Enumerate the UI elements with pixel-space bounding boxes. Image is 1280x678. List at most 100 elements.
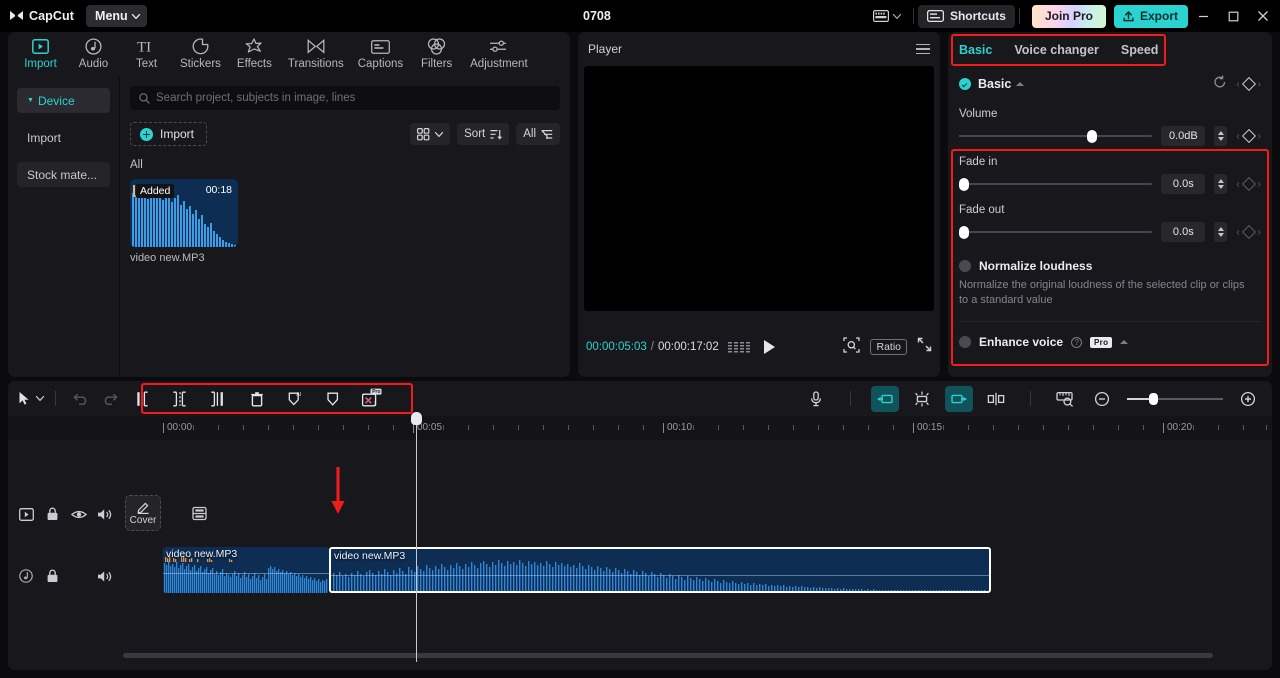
cover-button[interactable]: Cover bbox=[125, 495, 161, 531]
tab-transitions[interactable]: Transitions bbox=[281, 33, 351, 75]
prev-keyframe-button[interactable]: ‹ bbox=[1236, 79, 1239, 90]
tab-audio[interactable]: Audio bbox=[67, 33, 120, 75]
media-thumbnail[interactable]: Added 00:18 bbox=[130, 179, 238, 247]
split-right-icon[interactable] bbox=[205, 386, 233, 412]
collapse-chevron-icon[interactable] bbox=[1016, 82, 1025, 86]
next-keyframe-button[interactable]: › bbox=[1258, 79, 1261, 90]
eye-icon[interactable] bbox=[69, 504, 89, 524]
ruler-zoom-icon[interactable] bbox=[1051, 386, 1079, 412]
frame-icon[interactable] bbox=[16, 504, 36, 524]
source-item-device[interactable]: ▼ Device bbox=[17, 88, 110, 113]
fade-in-value[interactable]: 0.0s bbox=[1161, 174, 1206, 194]
menu-button[interactable]: Menu bbox=[86, 5, 147, 27]
slider-knob[interactable] bbox=[1086, 130, 1097, 143]
export-button[interactable]: Export bbox=[1113, 4, 1188, 28]
mask-ai-icon[interactable]: AI bbox=[281, 386, 309, 412]
normalize-row[interactable]: Normalize loudness bbox=[959, 259, 1261, 273]
snap-end-icon[interactable] bbox=[945, 385, 973, 412]
keyboard-layout-button[interactable] bbox=[865, 10, 909, 22]
fullscreen-button[interactable] bbox=[917, 337, 932, 357]
delete-icon[interactable] bbox=[243, 386, 271, 412]
enhance-voice-checkbox[interactable] bbox=[959, 336, 971, 348]
tab-voice-changer[interactable]: Voice changer bbox=[1014, 43, 1099, 57]
slider-knob[interactable] bbox=[959, 226, 969, 239]
lock-icon[interactable] bbox=[42, 566, 62, 586]
lock-icon[interactable] bbox=[42, 504, 62, 524]
next-keyframe-button[interactable]: › bbox=[1258, 227, 1261, 238]
next-keyframe-button[interactable]: › bbox=[1258, 131, 1261, 142]
tab-speed[interactable]: Speed bbox=[1121, 43, 1159, 57]
keyframe-diamond-icon[interactable] bbox=[1241, 224, 1256, 240]
question-icon[interactable]: ? bbox=[1071, 336, 1083, 348]
snap-start-icon[interactable] bbox=[871, 385, 899, 412]
timeline-horizontal-scrollbar[interactable] bbox=[123, 653, 1213, 658]
keyframe-diamond-icon[interactable] bbox=[1241, 128, 1256, 144]
enhance-voice-row[interactable]: Enhance voice ? Pro bbox=[948, 335, 1272, 349]
zoom-in-icon[interactable] bbox=[1234, 386, 1262, 412]
zoom-out-icon[interactable] bbox=[1088, 386, 1116, 412]
audio-separate-pro-icon[interactable]: Pro bbox=[357, 386, 385, 412]
select-tool-button[interactable] bbox=[18, 391, 44, 406]
prev-keyframe-button[interactable]: ‹ bbox=[1236, 227, 1239, 238]
next-keyframe-button[interactable]: › bbox=[1258, 179, 1261, 190]
tab-text[interactable]: TI Text bbox=[120, 33, 173, 75]
tab-adjustment[interactable]: Adjustment bbox=[463, 33, 535, 75]
microphone-icon[interactable] bbox=[802, 386, 830, 412]
player-stage[interactable] bbox=[584, 66, 934, 311]
normalize-checkbox[interactable] bbox=[959, 260, 971, 272]
timeline-clip[interactable]: video new.MP3 bbox=[329, 547, 991, 593]
redo-button[interactable] bbox=[95, 386, 123, 412]
speaker-icon[interactable] bbox=[95, 504, 115, 524]
volume-slider[interactable] bbox=[959, 129, 1153, 143]
shortcuts-button[interactable]: Shortcuts bbox=[917, 4, 1015, 28]
source-item-import[interactable]: Import bbox=[17, 125, 110, 150]
keyframe-diamond-icon[interactable] bbox=[1241, 176, 1256, 192]
fade-in-slider[interactable] bbox=[959, 177, 1153, 191]
player-menu-button[interactable] bbox=[916, 43, 930, 55]
close-button[interactable] bbox=[1248, 0, 1278, 32]
join-pro-button[interactable]: Join Pro bbox=[1031, 4, 1106, 28]
slider-knob[interactable] bbox=[959, 178, 969, 191]
ratio-button[interactable]: Ratio bbox=[870, 339, 907, 355]
sort-button[interactable]: Sort bbox=[457, 123, 510, 145]
import-media-button[interactable]: Import bbox=[130, 122, 208, 146]
timeline-ruler[interactable]: 00:00 00:05 00:10 00:15 00:20 bbox=[8, 416, 1272, 440]
reset-button[interactable] bbox=[1213, 75, 1227, 94]
tab-filters[interactable]: Filters bbox=[410, 33, 463, 75]
timeline-clip[interactable]: video new.MP3 bbox=[163, 547, 329, 593]
source-item-stock[interactable]: Stock mate... bbox=[17, 162, 110, 187]
timeline-zoom-slider[interactable] bbox=[1127, 392, 1223, 406]
fade-in-stepper[interactable] bbox=[1214, 174, 1228, 194]
undo-button[interactable] bbox=[67, 386, 95, 412]
main-track-icon[interactable] bbox=[189, 503, 209, 523]
tab-basic[interactable]: Basic bbox=[959, 43, 992, 57]
volume-stepper[interactable] bbox=[1214, 126, 1228, 146]
minimize-button[interactable] bbox=[1188, 0, 1218, 32]
grid-view-button[interactable] bbox=[410, 123, 451, 145]
split-left-icon[interactable] bbox=[129, 386, 157, 412]
play-button[interactable] bbox=[763, 340, 775, 354]
render-quality-icon[interactable] bbox=[727, 341, 750, 353]
filter-button[interactable]: All bbox=[516, 123, 560, 145]
zoom-fit-button[interactable] bbox=[843, 336, 861, 358]
tab-import[interactable]: Import bbox=[14, 33, 67, 75]
prev-keyframe-button[interactable]: ‹ bbox=[1236, 131, 1239, 142]
prev-keyframe-button[interactable]: ‹ bbox=[1236, 179, 1239, 190]
media-item[interactable]: Added 00:18 video new.MP3 bbox=[130, 179, 238, 264]
keyframe-diamond-icon[interactable] bbox=[1241, 76, 1256, 92]
audio-note-icon[interactable] bbox=[16, 566, 36, 586]
tab-effects[interactable]: Effects bbox=[228, 33, 281, 75]
search-input[interactable]: Search project, subjects in image, lines bbox=[130, 86, 560, 110]
collapse-chevron-icon[interactable] bbox=[1120, 340, 1129, 344]
tab-captions[interactable]: Captions bbox=[351, 33, 410, 75]
fade-out-stepper[interactable] bbox=[1214, 222, 1228, 242]
slider-knob[interactable] bbox=[1149, 392, 1158, 405]
split-icon[interactable] bbox=[167, 386, 195, 412]
maximize-button[interactable] bbox=[1218, 0, 1248, 32]
speaker-icon[interactable] bbox=[95, 566, 115, 586]
basic-enable-checkbox[interactable] bbox=[959, 78, 971, 90]
magnet-icon[interactable] bbox=[908, 386, 936, 412]
shield-icon[interactable] bbox=[319, 386, 347, 412]
split-marker-icon[interactable] bbox=[982, 386, 1010, 412]
fade-out-value[interactable]: 0.0s bbox=[1161, 222, 1206, 242]
